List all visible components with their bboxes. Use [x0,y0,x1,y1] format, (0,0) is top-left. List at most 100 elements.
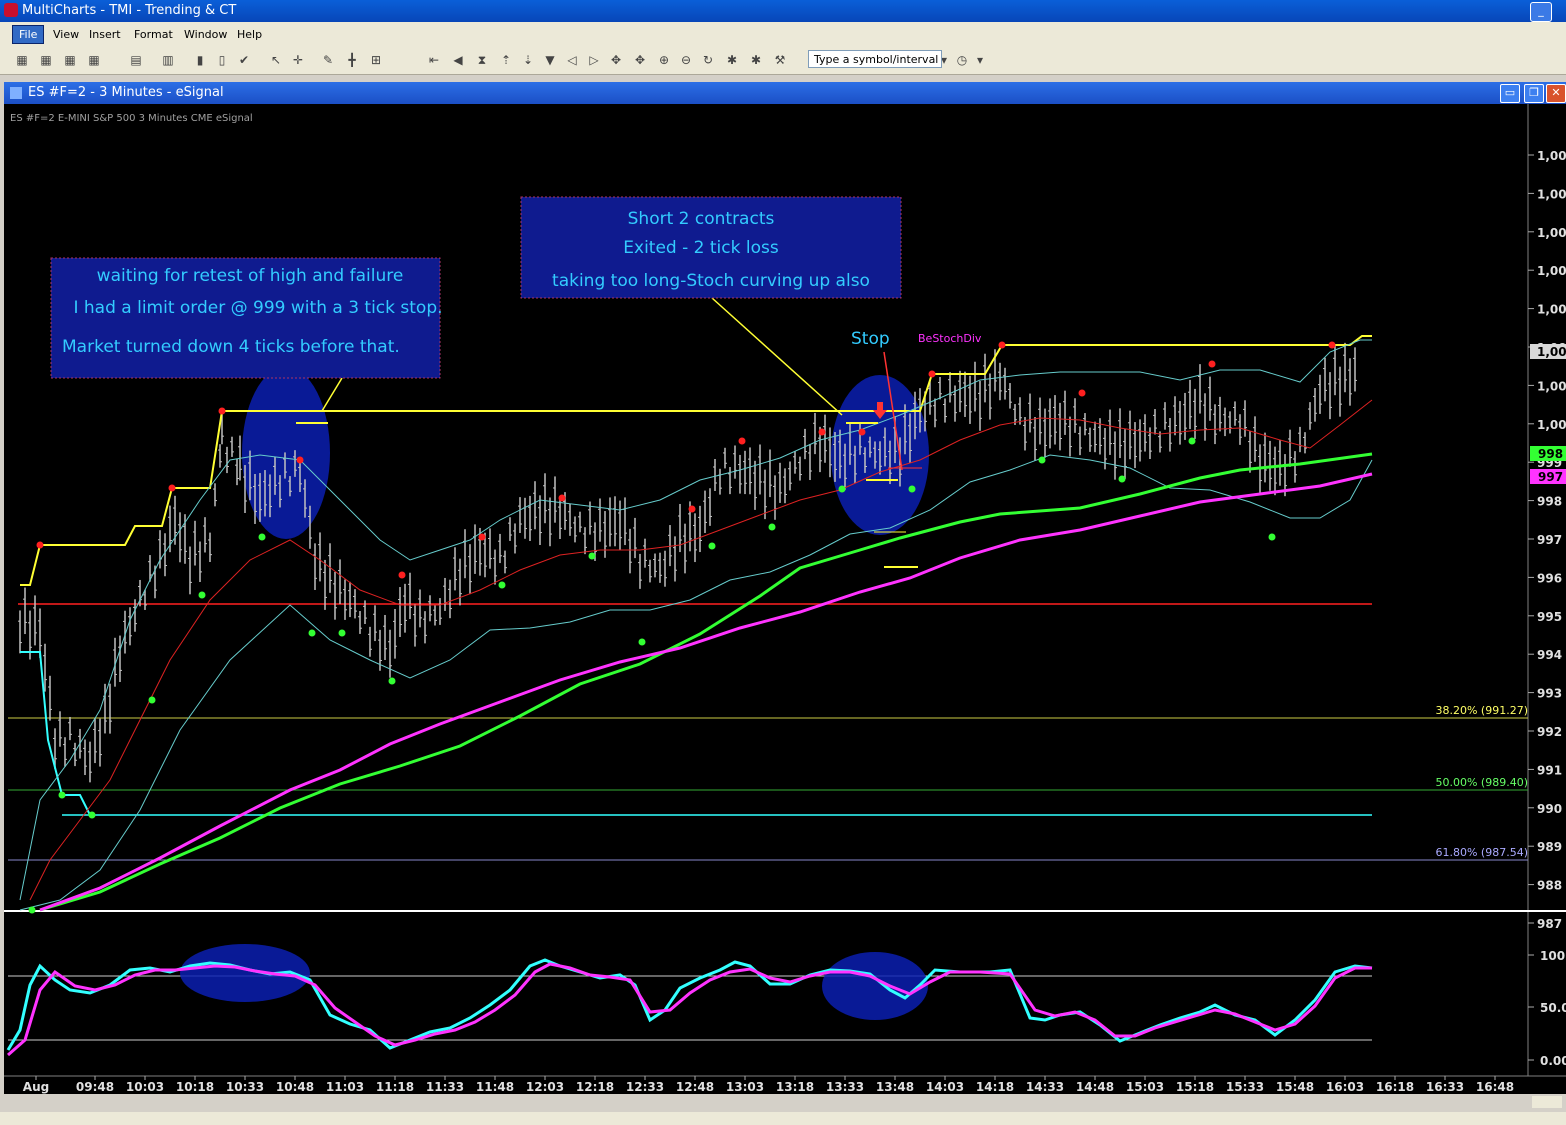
price-bars [18,342,1357,783]
time-tick-label: 14:33 [1026,1080,1064,1094]
time-tick-label: 14:03 [926,1080,964,1094]
swing-high-dot [1328,341,1336,349]
price-tick-label: 992 [1537,725,1562,739]
swing-low-dot [338,629,346,637]
time-tick-label: 11:18 [376,1080,414,1094]
status-bar [0,1112,1566,1125]
time-tick-label: 15:18 [1176,1080,1214,1094]
swing-high-dot [998,341,1006,349]
time-tick-label: 13:48 [876,1080,914,1094]
swing-low-dot [1268,533,1276,541]
fib-label-382: 38.20% (991.27) [1435,704,1528,717]
swing-low-dot [308,629,316,637]
swing-low-dot [1038,456,1046,464]
swing-low-dot [28,906,36,914]
swing-high-dot [398,571,406,579]
swing-high-dot [478,533,486,541]
time-tick-label: 11:48 [476,1080,514,1094]
time-tick-label: 12:18 [576,1080,614,1094]
price-tick-label: 987 [1537,917,1562,931]
swing-low-dot [388,677,396,685]
swing-high-dot [688,505,696,513]
sma-magenta-line [39,472,1373,912]
bollinger-lower-line [19,454,1373,911]
time-tick-label: 13:03 [726,1080,764,1094]
svg-text:1,00: 1,00 [1537,345,1566,359]
time-tick-label: 16:48 [1476,1080,1514,1094]
swing-low-dot [1118,475,1126,483]
chart-canvas[interactable]: 1,001,001,001,001,001,001,001,0099999899… [0,0,1566,1125]
price-tick-label: 1,00 [1537,264,1566,278]
price-tick-label: 996 [1537,571,1562,585]
annotation-1-line-2: I had a limit order @ 999 with a 3 tick … [73,298,442,318]
time-tick-label: 15:33 [1226,1080,1264,1094]
stoch-tick-label: 0.00 [1540,1054,1566,1068]
time-tick-label: 12:03 [526,1080,564,1094]
time-tick-label: 13:33 [826,1080,864,1094]
time-tick-label: 16:18 [1376,1080,1414,1094]
sma-green-tag-label: 998 [1538,447,1563,461]
stop-label: Stop [851,329,890,349]
swing-low-dot [58,791,66,799]
bollinger-upper-line [19,339,1372,901]
time-tick-label: 16:33 [1426,1080,1464,1094]
swing-low-dot [588,552,596,560]
ema-red-line [29,399,1373,901]
price-tick-label: 991 [1537,763,1562,777]
fib-label-618: 61.80% (987.54) [1435,846,1528,859]
time-tick-label: 12:33 [626,1080,664,1094]
swing-high-dot [218,407,226,415]
time-tick-label: 15:03 [1126,1080,1164,1094]
swing-low-dot [1188,437,1196,445]
time-tick-label: Aug [23,1080,49,1094]
swing-high-dot [558,494,566,502]
time-tick-label: 10:03 [126,1080,164,1094]
fib-label-500: 50.00% (989.40) [1435,776,1528,789]
price-tick-label: 1,00 [1537,226,1566,240]
price-tick-label: 989 [1537,840,1562,854]
swing-high-dot [1078,389,1086,397]
price-tick-label: 1,00 [1537,303,1566,317]
time-tick-label: 10:48 [276,1080,314,1094]
swing-high-dot [858,428,866,436]
annotation-1-line-1: waiting for retest of high and failure [97,266,404,286]
time-tick-label: 12:48 [676,1080,714,1094]
price-tick-label: 1,00 [1537,149,1566,163]
swing-low-dot [148,696,156,704]
swing-high-dot [1208,360,1216,368]
time-tick-label: 14:48 [1076,1080,1114,1094]
signal-label: BeStochDiv [918,332,982,345]
swing-low-dot [638,638,646,646]
stoch-tick-label: 100 [1540,949,1565,963]
swing-high-dot [296,456,304,464]
price-axis: 1,001,001,001,001,001,001,001,0099999899… [1528,149,1566,931]
time-tick-label: 15:48 [1276,1080,1314,1094]
swing-low-dot [198,591,206,599]
swing-high-dot [36,541,44,549]
sma-magenta-tag-label: 997 [1538,470,1563,484]
horizontal-scrollbar[interactable] [4,1094,1566,1112]
swing-low-dot [258,533,266,541]
annotation-2-line-3: taking too long-Stoch curving up also [552,271,870,291]
annotation-2-line-1: Short 2 contracts [628,209,775,229]
price-tick-label: 993 [1537,687,1562,701]
swing-low-dot [908,485,916,493]
swing-low-dot [768,523,776,531]
stoch-axis: 100 50.0 0.00 [1528,949,1566,1068]
scrollbar-thumb[interactable] [1532,1096,1562,1108]
swing-high-dot [818,428,826,436]
swing-low-dot [838,485,846,493]
swing-high-dot [738,437,746,445]
time-tick-label: 10:18 [176,1080,214,1094]
swing-low-dot [708,542,716,550]
time-tick-label: 13:18 [776,1080,814,1094]
price-tick-label: 1,00 [1537,379,1566,393]
swing-high-dot [168,484,176,492]
price-tick-label: 997 [1537,533,1562,547]
stoch-tick-label: 50.0 [1540,1001,1566,1015]
chart-info-line: ES #F=2 E-MINI S&P 500 3 Minutes CME eSi… [10,113,253,124]
callout-line-2 [711,297,843,416]
swing-low-dot [498,581,506,589]
time-tick-label: 09:48 [76,1080,114,1094]
price-tick-label: 994 [1537,648,1562,662]
